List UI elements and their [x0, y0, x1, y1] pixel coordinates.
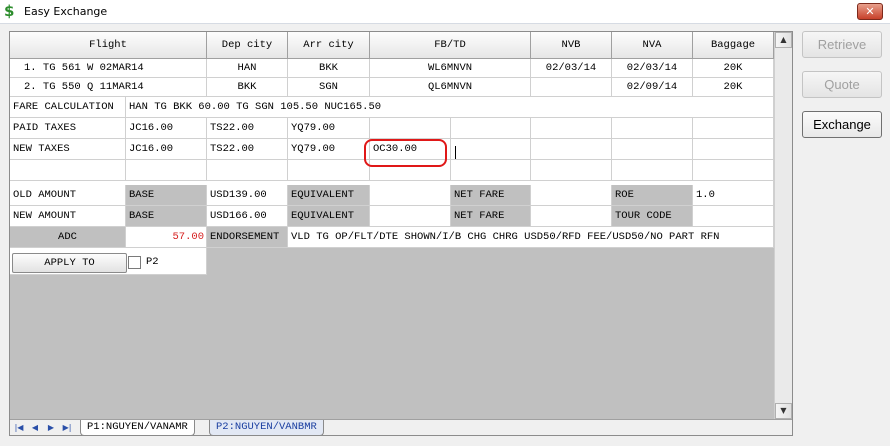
new-tax-7[interactable] [612, 139, 693, 160]
p2-checkbox-label: P2 [146, 256, 159, 268]
blank-cell[interactable] [612, 160, 693, 181]
flight-2-baggage[interactable]: 20K [693, 78, 774, 97]
col-header-nva[interactable]: NVA [612, 32, 693, 59]
paid-tax-2[interactable]: TS22.00 [207, 118, 288, 139]
blank-cell[interactable] [451, 160, 531, 181]
scroll-down-icon[interactable]: ▼ [775, 403, 792, 419]
close-button[interactable]: ✕ [857, 3, 883, 20]
passenger-tab-strip: |◀ ◀ ▶ ▶| P1:NGUYEN/VANAMR P2:NGUYEN/VAN… [10, 419, 792, 436]
tab-passenger-1[interactable]: P1:NGUYEN/VANAMR [80, 420, 195, 436]
paid-tax-7[interactable] [612, 118, 693, 139]
old-base-value[interactable]: USD139.00 [207, 185, 288, 206]
flight-1-nvb[interactable]: 02/03/14 [531, 59, 612, 78]
new-base-value[interactable]: USD166.00 [207, 206, 288, 227]
tour-code-label: TOUR CODE [612, 206, 693, 227]
tour-code-value[interactable] [693, 206, 774, 227]
new-base-label: BASE [126, 206, 207, 227]
blank-cell[interactable] [693, 160, 774, 181]
title-bar: $ Easy Exchange ✕ [0, 0, 890, 24]
flight-1-fare-basis[interactable]: WL6MNVN [370, 59, 531, 78]
paid-tax-3[interactable]: YQ79.00 [288, 118, 370, 139]
col-header-fb-td[interactable]: FB/TD [370, 32, 531, 59]
paid-tax-6[interactable] [531, 118, 612, 139]
adc-label: ADC [10, 227, 126, 248]
paid-tax-1[interactable]: JC16.00 [126, 118, 207, 139]
new-amount-label: NEW AMOUNT [10, 206, 126, 227]
roe-label: ROE [612, 185, 693, 206]
flight-1-dep[interactable]: HAN [207, 59, 288, 78]
tab-first-icon[interactable]: |◀ [12, 421, 26, 434]
col-header-flight[interactable]: Flight [10, 32, 207, 59]
exchange-button[interactable]: Exchange [802, 111, 882, 138]
new-tax-6[interactable] [531, 139, 612, 160]
new-equivalent-value[interactable] [370, 206, 451, 227]
tab-next-icon[interactable]: ▶ [44, 421, 58, 434]
flight-2-nva[interactable]: 02/09/14 [612, 78, 693, 97]
highlight-annotation [364, 139, 447, 167]
text-cursor [455, 146, 456, 159]
blank-cell[interactable] [531, 160, 612, 181]
flight-2-nvb[interactable] [531, 78, 612, 97]
col-header-dep-city[interactable]: Dep city [207, 32, 288, 59]
new-tax-3[interactable]: YQ79.00 [288, 139, 370, 160]
col-header-baggage[interactable]: Baggage [693, 32, 774, 59]
flight-1-baggage[interactable]: 20K [693, 59, 774, 78]
flight-1-nva[interactable]: 02/03/14 [612, 59, 693, 78]
new-taxes-label: NEW TAXES [10, 139, 126, 160]
tab-passenger-2[interactable]: P2:NGUYEN/VANBMR [209, 420, 324, 436]
flight-2-arr[interactable]: SGN [288, 78, 370, 97]
adc-value[interactable]: 57.00 [126, 227, 207, 248]
new-tax-5-input[interactable] [451, 139, 531, 160]
blank-cell[interactable] [126, 160, 207, 181]
vertical-scrollbar[interactable]: ▲ ▼ [774, 32, 792, 419]
flight-2-dep[interactable]: BKK [207, 78, 288, 97]
scroll-up-icon[interactable]: ▲ [775, 32, 792, 48]
new-tax-8[interactable] [693, 139, 774, 160]
new-tax-1[interactable]: JC16.00 [126, 139, 207, 160]
paid-taxes-label: PAID TAXES [10, 118, 126, 139]
endorsement-value[interactable]: VLD TG OP/FLT/DTE SHOWN/I/B CHG CHRG USD… [288, 227, 774, 248]
old-net-fare-label: NET FARE [451, 185, 531, 206]
paid-tax-8[interactable] [693, 118, 774, 139]
old-equivalent-label: EQUIVALENT [288, 185, 370, 206]
blank-row-label [10, 160, 126, 181]
old-equivalent-value[interactable] [370, 185, 451, 206]
retrieve-button[interactable]: Retrieve [802, 31, 882, 58]
old-base-label: BASE [126, 185, 207, 206]
flight-2-fare-basis[interactable]: QL6MNVN [370, 78, 531, 97]
flight-1-segment[interactable]: 1. TG 561 W 02MAR14 [10, 59, 207, 78]
tab-last-icon[interactable]: ▶| [60, 421, 74, 434]
paid-tax-5[interactable] [451, 118, 531, 139]
blank-cell[interactable] [207, 160, 288, 181]
window-title: Easy Exchange [24, 5, 108, 18]
p2-checkbox[interactable] [128, 256, 141, 269]
fare-calc-value[interactable]: HAN TG BKK 60.00 TG SGN 105.50 NUC165.50 [126, 97, 774, 118]
fare-calc-label: FARE CALCULATION [10, 97, 126, 118]
blank-cell[interactable] [288, 160, 370, 181]
exchange-grid: Flight Dep city Arr city FB/TD NVB NVA B… [9, 31, 793, 436]
new-equivalent-label: EQUIVALENT [288, 206, 370, 227]
col-header-arr-city[interactable]: Arr city [288, 32, 370, 59]
paid-tax-4[interactable] [370, 118, 451, 139]
flight-2-segment[interactable]: 2. TG 550 Q 11MAR14 [10, 78, 207, 97]
quote-button[interactable]: Quote [802, 71, 882, 98]
flight-1-arr[interactable]: BKK [288, 59, 370, 78]
old-amount-label: OLD AMOUNT [10, 185, 126, 206]
new-tax-2[interactable]: TS22.00 [207, 139, 288, 160]
tab-prev-icon[interactable]: ◀ [28, 421, 42, 434]
apply-to-button[interactable]: APPLY TO [12, 253, 127, 273]
app-dollar-icon: $ [4, 2, 15, 20]
col-header-nvb[interactable]: NVB [531, 32, 612, 59]
old-net-fare-value[interactable] [531, 185, 612, 206]
endorsement-label: ENDORSEMENT [207, 227, 288, 248]
new-net-fare-value[interactable] [531, 206, 612, 227]
roe-value[interactable]: 1.0 [693, 185, 774, 206]
new-net-fare-label: NET FARE [451, 206, 531, 227]
